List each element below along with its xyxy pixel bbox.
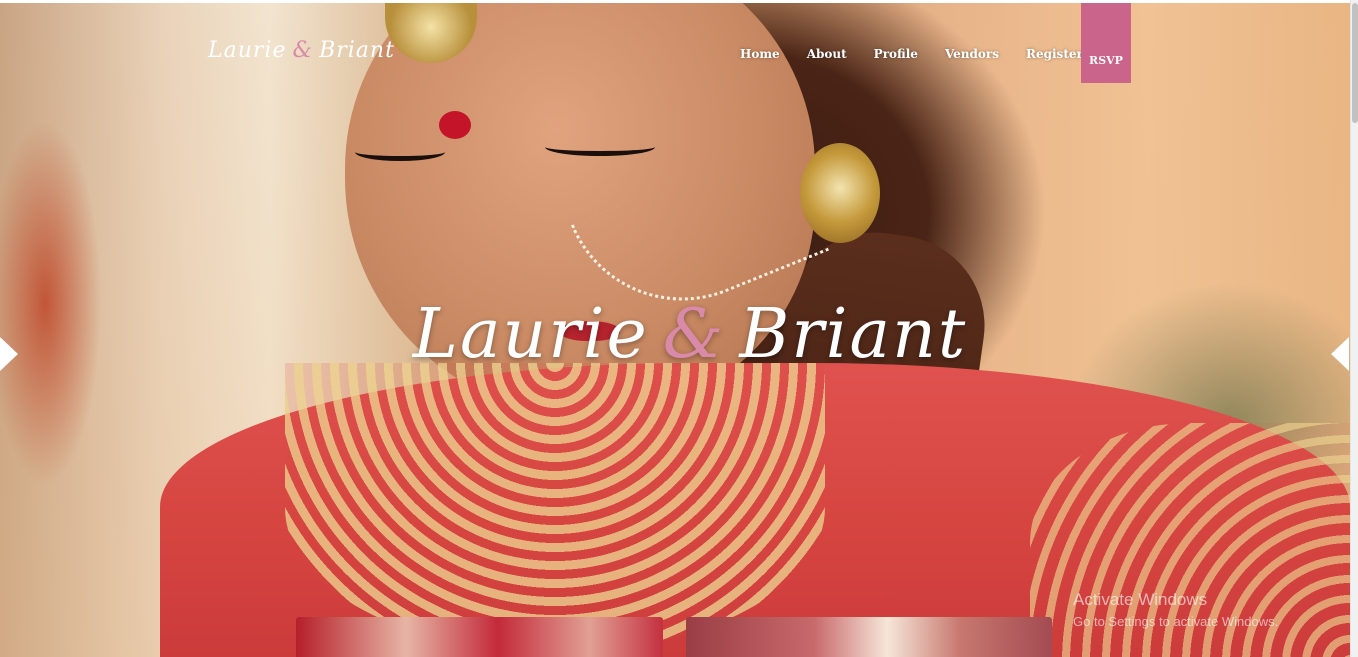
site-logo[interactable]: Laurie & Briant [208, 38, 395, 72]
hero-title-first: Laurie [412, 295, 649, 374]
hero-title-ampersand: & [662, 295, 726, 374]
main-nav: Home About Profile Vendors Register [740, 47, 1110, 61]
gallery-card[interactable] [296, 617, 663, 657]
nav-home[interactable]: Home [740, 47, 780, 61]
chevron-left-icon[interactable] [0, 337, 18, 371]
hero-title: Laurie & Briant [410, 285, 970, 385]
hero-image-embroidery [285, 363, 825, 653]
hero-image-eye [545, 138, 655, 156]
logo-second-name: Briant [319, 38, 395, 63]
gallery-card[interactable] [686, 617, 1052, 657]
hero-title-second: Briant [739, 295, 968, 374]
chevron-right-icon[interactable] [1331, 337, 1349, 371]
scrollbar-thumb[interactable] [1352, 3, 1358, 123]
watermark-subtitle: Go to Settings to activate Windows. [1073, 614, 1279, 629]
nav-vendors[interactable]: Vendors [945, 47, 999, 61]
watermark-title: Activate Windows [1073, 590, 1208, 609]
logo-first-name: Laurie [208, 38, 287, 63]
hero-image-bindi [439, 111, 471, 139]
windows-activation-watermark: Activate Windows Go to Settings to activ… [1073, 590, 1278, 629]
nav-about[interactable]: About [807, 47, 847, 61]
nav-profile[interactable]: Profile [874, 47, 918, 61]
page-scrollbar[interactable] [1350, 0, 1358, 657]
logo-ampersand: & [292, 38, 314, 63]
hero-image-earring [800, 143, 880, 243]
nav-register[interactable]: Register [1026, 47, 1083, 61]
rsvp-button[interactable]: RSVP [1081, 3, 1131, 83]
hero-image-eye [355, 143, 445, 161]
